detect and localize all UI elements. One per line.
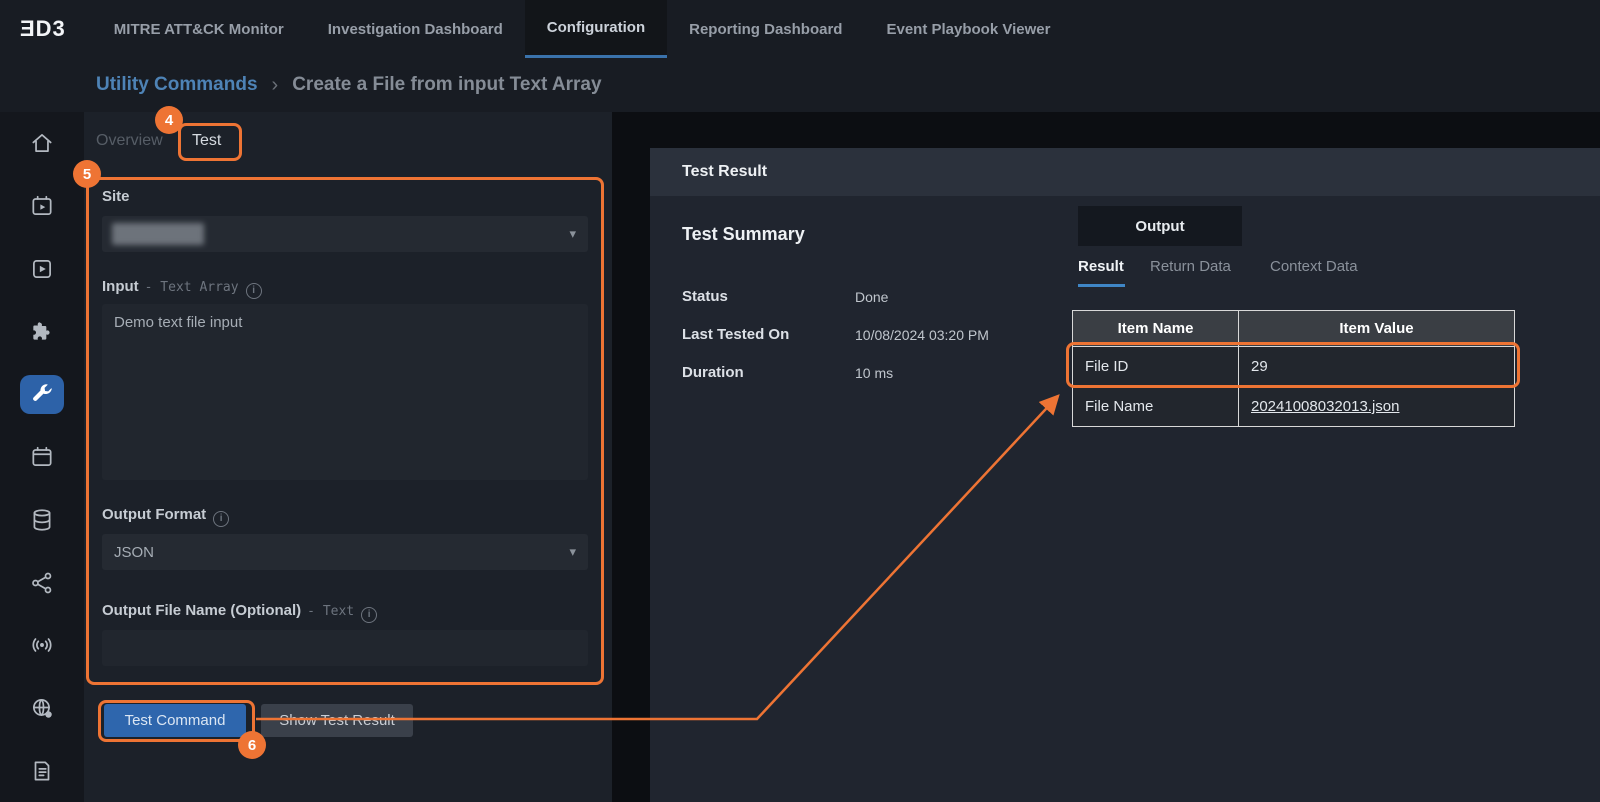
summary-duration-value: 10 ms (855, 365, 893, 381)
test-result-body (650, 196, 1600, 802)
app-root: ƎD3 MITRE ATT&CK Monitor Investigation D… (0, 0, 1600, 802)
annotation-badge-4: 4 (155, 106, 183, 134)
cell-file-id-value: 29 (1239, 347, 1515, 387)
input-label-text: Input (102, 278, 139, 295)
input-type-hint: - Text Array (145, 280, 239, 295)
breadcrumb-current-page: Create a File from input Text Array (292, 74, 601, 96)
playbook-runs-icon[interactable] (20, 249, 64, 288)
nav-item-investigation-dashboard[interactable]: Investigation Dashboard (306, 0, 525, 58)
test-result-header: Test Result (650, 148, 1600, 196)
scheduled-playbooks-icon[interactable] (20, 187, 64, 226)
icon-sidebar (0, 112, 84, 802)
summary-last-tested-label: Last Tested On (682, 326, 789, 343)
summary-status-label: Status (682, 288, 728, 305)
output-file-name-input[interactable] (102, 630, 588, 666)
tab-test[interactable]: Test (192, 132, 221, 150)
subtab-context-data[interactable]: Context Data (1270, 258, 1358, 275)
summary-status-value: Done (855, 289, 888, 305)
annotation-badge-5: 5 (73, 160, 101, 188)
subtab-result[interactable]: Result (1078, 258, 1124, 275)
table-header-row: Item Name Item Value (1073, 311, 1515, 347)
summary-duration-label: Duration (682, 364, 744, 381)
cell-file-id-name: File ID (1073, 347, 1239, 387)
nav-item-reporting-dashboard[interactable]: Reporting Dashboard (667, 0, 864, 58)
subtab-return-data[interactable]: Return Data (1150, 258, 1231, 275)
tab-output[interactable]: Output (1078, 206, 1242, 246)
site-field-label: Site (102, 188, 130, 205)
nav-item-event-playbook-viewer[interactable]: Event Playbook Viewer (864, 0, 1072, 58)
test-result-title: Test Result (682, 163, 767, 181)
info-icon[interactable]: i (361, 607, 377, 623)
input-textarea[interactable]: Demo text file input (102, 304, 588, 480)
chevron-down-icon: ▾ (569, 544, 576, 560)
audit-reports-icon[interactable] (20, 751, 64, 790)
info-icon[interactable]: i (213, 511, 229, 527)
table-row-file-id: File ID 29 (1073, 347, 1515, 387)
site-label-text: Site (102, 188, 130, 205)
top-nav: ƎD3 MITRE ATT&CK Monitor Investigation D… (0, 0, 1600, 58)
site-select[interactable]: ▾ (102, 216, 588, 252)
home-icon[interactable] (20, 124, 64, 163)
breadcrumb-utility-commands[interactable]: Utility Commands (96, 74, 258, 96)
breadcrumb: Utility Commands › Create a File from in… (0, 58, 1600, 112)
nav-item-configuration[interactable]: Configuration (525, 0, 667, 58)
show-test-result-button[interactable]: Show Test Result (261, 704, 413, 737)
info-icon[interactable]: i (246, 283, 262, 299)
output-format-select[interactable]: JSON ▾ (102, 534, 588, 570)
output-file-name-type-hint: - Text (307, 604, 354, 619)
output-file-name-label: Output File Name (Optional) - Text i (102, 602, 377, 623)
file-name-link[interactable]: 20241008032013.json (1251, 398, 1399, 415)
cell-file-name-value: 20241008032013.json (1239, 387, 1515, 427)
test-summary-heading: Test Summary (682, 224, 805, 245)
chevron-down-icon: ▾ (569, 226, 576, 242)
cell-file-name-name: File Name (1073, 387, 1239, 427)
utility-commands-icon[interactable] (20, 375, 64, 414)
test-command-button[interactable]: Test Command (104, 704, 246, 737)
schedules-icon[interactable] (20, 438, 64, 477)
tab-overview[interactable]: Overview (96, 132, 163, 150)
table-row-file-name: File Name 20241008032013.json (1073, 387, 1515, 427)
data-management-icon[interactable] (20, 500, 64, 539)
output-format-value: JSON (114, 544, 154, 561)
output-result-table: Item Name Item Value File ID 29 File Nam… (1072, 310, 1515, 427)
d3-logo: ƎD3 (0, 0, 92, 58)
nav-item-mitre-monitor[interactable]: MITRE ATT&CK Monitor (92, 0, 306, 58)
output-format-label: Output Format i (102, 506, 229, 527)
output-file-name-label-text: Output File Name (Optional) (102, 602, 301, 619)
connections-icon[interactable] (20, 563, 64, 602)
geo-monitor-icon[interactable] (20, 689, 64, 728)
input-field-label: Input - Text Array i (102, 278, 262, 299)
event-intake-icon[interactable] (20, 626, 64, 665)
annotation-badge-6: 6 (238, 731, 266, 759)
integrations-icon[interactable] (20, 312, 64, 351)
output-format-label-text: Output Format (102, 506, 206, 523)
breadcrumb-chevron-icon: › (272, 74, 279, 97)
col-header-item-value: Item Value (1239, 311, 1515, 347)
active-subtab-underline (1078, 284, 1125, 287)
summary-last-tested-value: 10/08/2024 03:20 PM (855, 327, 989, 343)
site-selected-value-redacted (112, 223, 204, 245)
col-header-item-name: Item Name (1073, 311, 1239, 347)
